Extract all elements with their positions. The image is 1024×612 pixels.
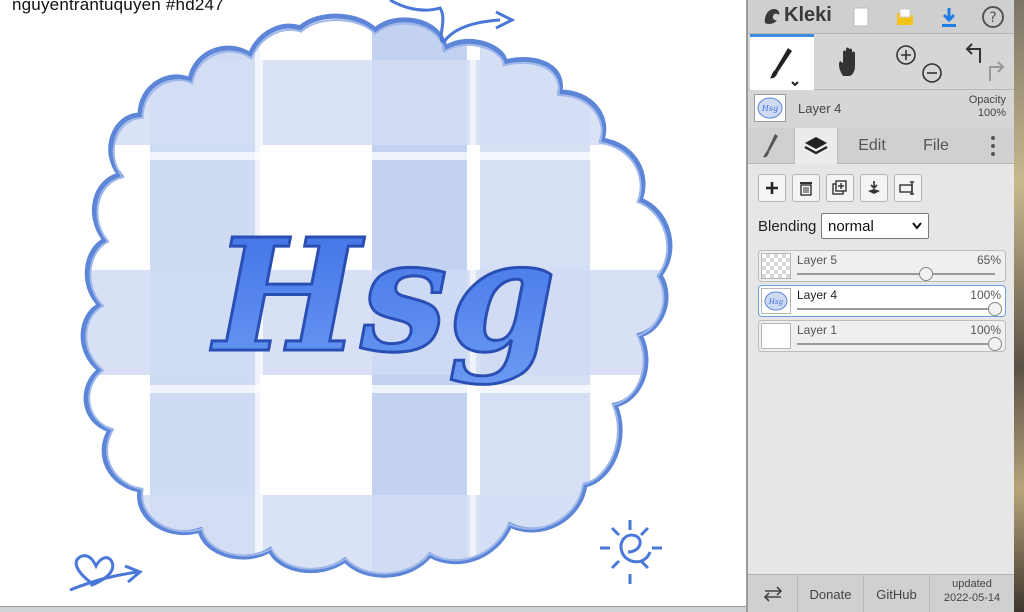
opacity-slider-knob[interactable]	[988, 337, 1002, 351]
artwork-lettering: Hsg	[210, 204, 556, 387]
more-options-icon[interactable]	[978, 128, 1008, 164]
zoom-in-icon[interactable]	[896, 45, 916, 65]
duplicate-layer-button[interactable]	[826, 174, 854, 202]
duplicate-layer-icon	[832, 180, 847, 195]
side-panel: Kleki ? Hsg Layer 4 Opacity 100% Edit Fi…	[746, 0, 1016, 612]
layer-row[interactable]: Layer 1 100%	[758, 320, 1006, 352]
panel-tabs: Edit File	[748, 128, 1016, 164]
drawing-canvas[interactable]: Hsg nguyentrantuquyen #hd247	[0, 0, 746, 612]
add-layer-icon	[766, 182, 778, 194]
opacity-slider-track[interactable]	[797, 273, 995, 275]
blending-select[interactable]: normal	[821, 213, 929, 239]
layer-row[interactable]: Hsg Layer 4 100%	[758, 285, 1006, 317]
canvas-bottom-bar	[0, 606, 746, 612]
chevron-down-icon	[912, 222, 922, 230]
brush-tab-icon	[763, 134, 778, 158]
merge-down-icon	[868, 181, 880, 194]
updated-date: 2022-05-14	[943, 592, 1001, 604]
open-folder-icon[interactable]	[892, 4, 918, 30]
brush-tool-button[interactable]	[750, 34, 814, 90]
blending-label: Blending	[758, 218, 817, 235]
layer-name: Layer 4	[797, 288, 838, 302]
delete-layer-button[interactable]	[792, 174, 820, 202]
layer-opacity-value: 100%	[970, 323, 1001, 337]
panel-footer: Donate GitHub updated 2022-05-14	[748, 574, 1016, 612]
layer-thumbnail	[761, 253, 791, 279]
tab-layers[interactable]	[794, 128, 838, 164]
rename-layer-button[interactable]	[894, 174, 922, 202]
canvas-caption: nguyentrantuquyen #hd247	[12, 0, 224, 14]
brush-tool-icon	[770, 47, 799, 86]
new-image-icon[interactable]	[848, 4, 874, 30]
layers-icon	[804, 137, 828, 155]
layer-preview-bar: Hsg Layer 4 Opacity 100%	[748, 90, 1016, 128]
artwork: Hsg	[69, 0, 673, 592]
swap-arrows-icon	[763, 586, 782, 602]
kleki-logo-icon	[764, 8, 780, 24]
github-link[interactable]: GitHub	[864, 575, 930, 612]
opacity-slider-track[interactable]	[797, 308, 995, 310]
updated-info[interactable]: updated 2022-05-14	[932, 577, 1012, 605]
svg-text:Hsg: Hsg	[761, 104, 778, 113]
opacity-slider-knob[interactable]	[988, 302, 1002, 316]
history-buttons	[954, 34, 1014, 90]
download-icon[interactable]	[936, 4, 962, 30]
svg-text:Hsg: Hsg	[768, 298, 784, 306]
redo-icon[interactable]	[989, 61, 1005, 81]
opacity-label: Opacity	[968, 94, 1006, 106]
layer-thumbnail: Hsg	[761, 288, 791, 314]
swap-side-button[interactable]	[748, 575, 798, 612]
merge-down-button[interactable]	[860, 174, 888, 202]
help-icon[interactable]: ?	[980, 4, 1006, 30]
svg-text:?: ?	[989, 10, 996, 26]
rename-layer-icon	[899, 181, 914, 195]
layer-preview-thumbnail[interactable]: Hsg	[754, 94, 786, 122]
panel-header: Kleki ?	[748, 0, 1016, 34]
add-layer-button[interactable]	[758, 174, 786, 202]
layer-row[interactable]: Layer 5 65%	[758, 250, 1006, 282]
layer-opacity-value: 100%	[970, 288, 1001, 302]
donate-link[interactable]: Donate	[798, 575, 864, 612]
tab-file[interactable]: File	[908, 128, 964, 164]
app-logo[interactable]: Kleki	[762, 4, 832, 27]
hand-tool-button[interactable]	[824, 34, 876, 90]
undo-icon[interactable]	[965, 43, 981, 63]
layer-thumbnail	[761, 323, 791, 349]
opacity-value: 100%	[977, 107, 1006, 119]
hand-tool-icon	[839, 47, 855, 76]
layer-opacity-value: 65%	[976, 253, 1001, 267]
updated-label: updated	[952, 578, 992, 590]
layer-name: Layer 5	[797, 253, 838, 267]
zoom-out-icon[interactable]	[922, 63, 942, 83]
layers-panel: Blending normal Layer 5 65% Hsg Layer 4 100%…	[748, 164, 1016, 574]
blending-value: normal	[828, 217, 874, 235]
preview-opacity: Opacity 100%	[969, 94, 1006, 120]
tool-bar	[748, 34, 1016, 90]
tab-edit[interactable]: Edit	[844, 128, 900, 164]
delete-layer-icon	[800, 182, 812, 196]
app-name: Kleki	[784, 4, 832, 26]
layer-name: Layer 1	[797, 323, 838, 337]
preview-layer-name: Layer 4	[798, 101, 842, 116]
opacity-slider-knob[interactable]	[918, 267, 933, 281]
zoom-buttons	[888, 34, 948, 90]
tab-brush[interactable]	[748, 128, 794, 164]
background-edge	[1014, 0, 1024, 612]
opacity-slider-track[interactable]	[797, 343, 995, 345]
